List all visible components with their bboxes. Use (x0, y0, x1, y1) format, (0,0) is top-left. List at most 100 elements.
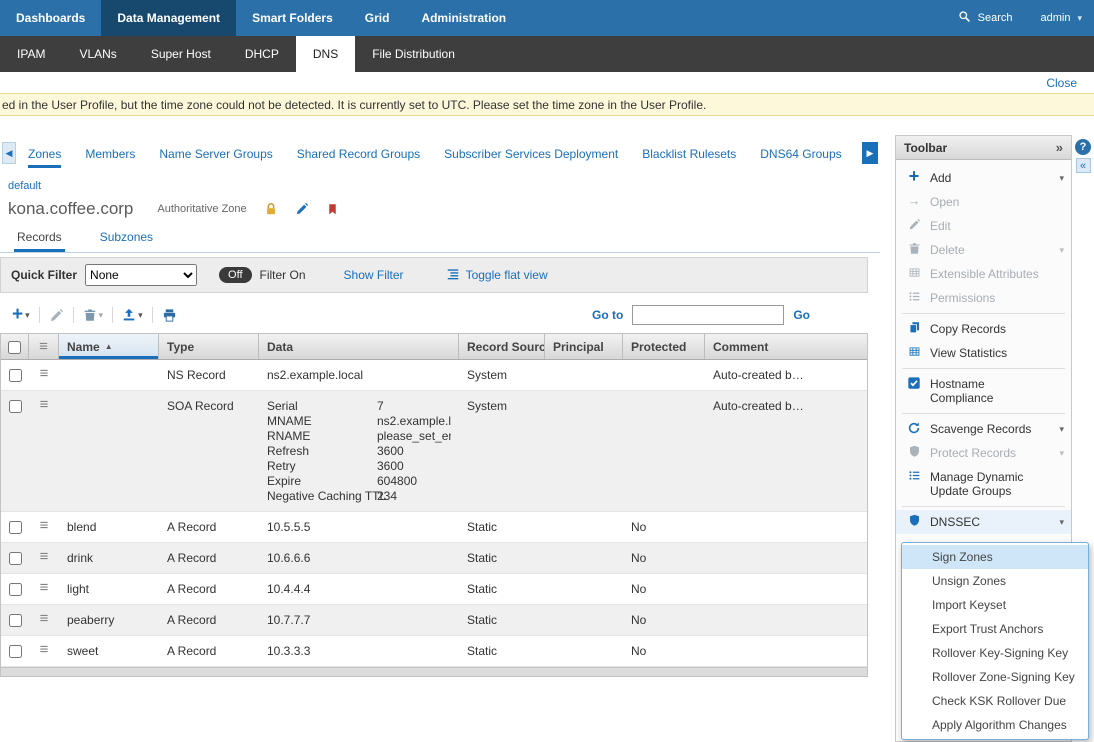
tab-zones[interactable]: Zones (28, 147, 61, 168)
bookmark-flag-icon[interactable] (326, 203, 339, 216)
hamburger-icon[interactable]: ≡ (40, 644, 49, 656)
subnav-ipam[interactable]: IPAM (0, 36, 62, 72)
menu-import-keyset[interactable]: Import Keyset (902, 593, 1088, 617)
delete-record-button[interactable]: ▾ (79, 308, 108, 322)
subnav-vlans[interactable]: VLANs (62, 36, 133, 72)
user-caret-icon[interactable]: ▾ (1077, 13, 1082, 24)
toolbar-manage-dynamic-update-groups[interactable]: Manage Dynamic Update Groups (896, 465, 1071, 503)
go-button[interactable]: Go (793, 308, 810, 322)
show-filter-link[interactable]: Show Filter (344, 268, 404, 282)
toolbar-hostname-compliance[interactable]: Hostname Compliance (896, 372, 1071, 410)
cell-principal (545, 543, 623, 573)
tab-shared-record-groups[interactable]: Shared Record Groups (297, 147, 420, 168)
row-checkbox[interactable] (9, 400, 22, 413)
banner-close-link[interactable]: Close (1046, 76, 1077, 90)
tabs-scroll-left-icon[interactable]: ◀ (2, 142, 16, 164)
panel-expand-icon[interactable]: » (1056, 140, 1063, 155)
goto-input[interactable] (632, 305, 784, 325)
caret-down-icon[interactable]: ▾ (1059, 422, 1064, 436)
help-icon[interactable]: ? (1075, 139, 1091, 155)
hamburger-icon[interactable]: ≡ (40, 368, 49, 380)
tabs-scroll-right-icon[interactable]: ▶ (862, 142, 878, 164)
hamburger-icon[interactable]: ≡ (40, 399, 49, 411)
table-row[interactable]: ≡ peaberry A Record 10.7.7.7 Static No (1, 605, 867, 636)
menu-rollover-zone-signing-key[interactable]: Rollover Zone-Signing Key (902, 665, 1088, 689)
toggle-flat-view-link[interactable]: Toggle flat view (466, 268, 548, 282)
checkbox-check-icon (906, 376, 922, 390)
hamburger-icon[interactable]: ≡ (40, 520, 49, 532)
table-row[interactable]: ≡ sweet A Record 10.3.3.3 Static No (1, 636, 867, 667)
subnav-dns[interactable]: DNS (296, 36, 355, 72)
edit-zone-pencil-icon[interactable] (295, 202, 309, 216)
toolbar-view-statistics[interactable]: View Statistics (896, 341, 1071, 365)
menu-apply-algorithm-changes[interactable]: Apply Algorithm Changes (902, 713, 1088, 737)
toolbar-extensible-attributes: Extensible Attributes (896, 262, 1071, 286)
zone-subtabs: Records Subzones (0, 230, 880, 253)
tab-dns64-groups[interactable]: DNS64 Groups (760, 147, 841, 168)
nav-administration[interactable]: Administration (405, 0, 522, 36)
menu-check-ksk-rollover-due[interactable]: Check KSK Rollover Due (902, 689, 1088, 713)
hamburger-icon[interactable]: ≡ (40, 613, 49, 625)
hamburger-icon[interactable]: ≡ (40, 551, 49, 563)
menu-sign-zones[interactable]: Sign Zones (902, 545, 1088, 569)
column-header-type[interactable]: Type (159, 334, 259, 359)
add-record-button[interactable]: + ▾ (8, 307, 34, 323)
print-button[interactable] (158, 308, 181, 323)
toolbar-divider (73, 307, 74, 323)
search-icon[interactable] (958, 10, 971, 26)
tab-blacklist-rulesets[interactable]: Blacklist Rulesets (642, 147, 736, 168)
nav-smart-folders[interactable]: Smart Folders (236, 0, 349, 36)
table-row[interactable]: ≡ SOA Record Serial7 MNAMEns2.example.lo… (1, 391, 867, 512)
menu-rollover-key-signing-key[interactable]: Rollover Key-Signing Key (902, 641, 1088, 665)
tab-members[interactable]: Members (85, 147, 135, 168)
tab-subscriber-services-deployment[interactable]: Subscriber Services Deployment (444, 147, 618, 168)
tab-name-server-groups[interactable]: Name Server Groups (159, 147, 272, 168)
table-row[interactable]: ≡ NS Record ns2.example.local System Aut… (1, 360, 867, 391)
row-checkbox[interactable] (9, 369, 22, 382)
subtab-records[interactable]: Records (14, 230, 65, 252)
row-checkbox[interactable] (9, 552, 22, 565)
column-header-principal[interactable]: Principal (545, 334, 623, 359)
toggle-flat-view-icon[interactable] (446, 267, 460, 284)
toolbar-scavenge-records[interactable]: Scavenge Records ▾ (896, 417, 1071, 441)
column-header-record-source[interactable]: Record Source (459, 334, 545, 359)
subnav-file-distribution[interactable]: File Distribution (355, 36, 472, 72)
row-checkbox[interactable] (9, 521, 22, 534)
table-row[interactable]: ≡ drink A Record 10.6.6.6 Static No (1, 543, 867, 574)
export-button[interactable]: ▾ (118, 308, 147, 322)
collapse-panel-icon[interactable]: « (1076, 158, 1091, 173)
column-header-data[interactable]: Data (259, 334, 459, 359)
table-scrollbar-track[interactable] (0, 668, 868, 677)
soa-field-value: 7 (377, 399, 384, 414)
menu-export-trust-anchors[interactable]: Export Trust Anchors (902, 617, 1088, 641)
caret-down-icon[interactable]: ▾ (1059, 171, 1064, 185)
quick-filter-select[interactable]: None (85, 264, 197, 286)
row-checkbox[interactable] (9, 614, 22, 627)
caret-down-icon[interactable]: ▾ (1059, 515, 1064, 529)
sort-asc-icon: ▲ (105, 342, 113, 351)
breadcrumb[interactable]: default (8, 180, 880, 192)
nav-grid[interactable]: Grid (349, 0, 406, 36)
hamburger-icon[interactable]: ≡ (40, 582, 49, 594)
toolbar-copy-records[interactable]: Copy Records (896, 317, 1071, 341)
table-row[interactable]: ≡ blend A Record 10.5.5.5 Static No (1, 512, 867, 543)
search-label[interactable]: Search (978, 12, 1013, 24)
select-all-checkbox[interactable] (8, 341, 21, 354)
column-header-name[interactable]: Name▲ (59, 334, 159, 359)
menu-unsign-zones[interactable]: Unsign Zones (902, 569, 1088, 593)
row-checkbox[interactable] (9, 645, 22, 658)
subtab-subzones[interactable]: Subzones (97, 230, 156, 252)
subnav-super-host[interactable]: Super Host (134, 36, 228, 72)
toolbar-dnssec[interactable]: DNSSEC ▾ (896, 510, 1071, 534)
column-header-protected[interactable]: Protected (623, 334, 705, 359)
table-row[interactable]: ≡ light A Record 10.4.4.4 Static No (1, 574, 867, 605)
nav-data-management[interactable]: Data Management (101, 0, 236, 36)
soa-field-value: 3600 (377, 444, 404, 459)
filter-off-toggle[interactable]: Off (219, 267, 251, 283)
row-checkbox[interactable] (9, 583, 22, 596)
column-header-comment[interactable]: Comment (705, 334, 867, 359)
subnav-dhcp[interactable]: DHCP (228, 36, 296, 72)
user-menu[interactable]: admin (1041, 12, 1071, 24)
nav-dashboards[interactable]: Dashboards (0, 0, 101, 36)
toolbar-add[interactable]: + Add ▾ (896, 166, 1071, 190)
